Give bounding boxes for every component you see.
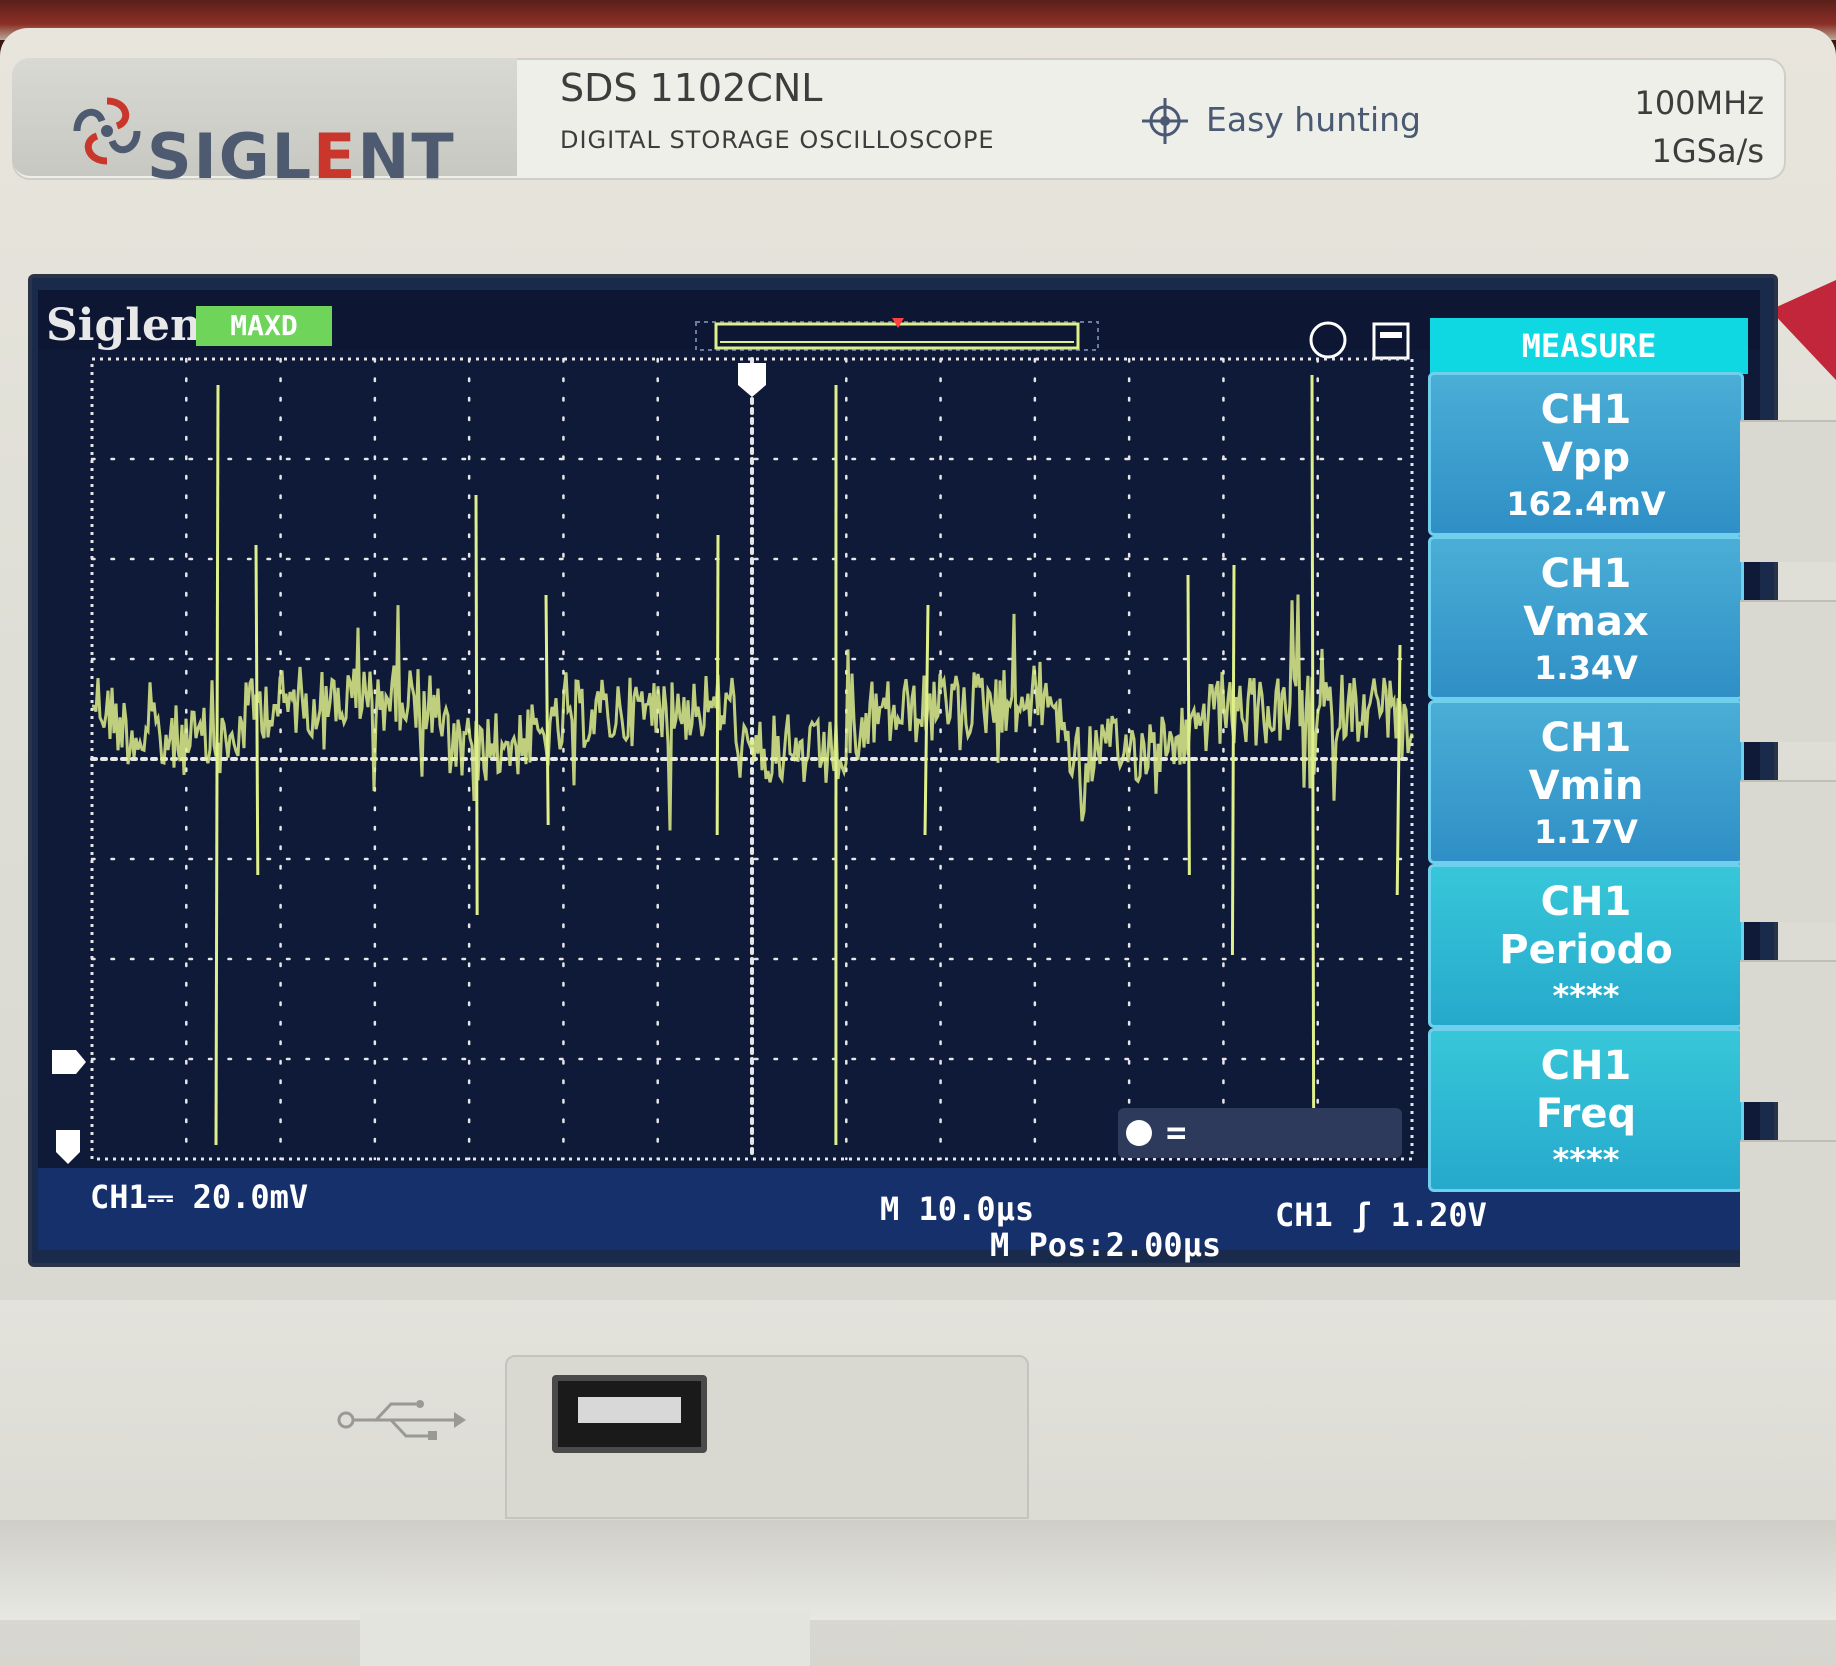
measure-vmin-button[interactable]: CH1 Vmin 1.17V xyxy=(1428,700,1744,864)
trace-spike xyxy=(715,534,720,836)
trace-spike xyxy=(214,384,220,1146)
measure-freq-button[interactable]: CH1 Freq **** xyxy=(1428,1028,1744,1192)
graticule xyxy=(90,357,1414,1161)
measure-vpp-button[interactable]: CH1 Vpp 162.4mV xyxy=(1428,372,1744,536)
waveform-overview xyxy=(695,318,1099,351)
counter-icon xyxy=(1126,1120,1152,1146)
usb-status-icon xyxy=(1372,322,1410,360)
bottom-strip xyxy=(0,1520,1836,1620)
measure-vmax-button[interactable]: CH1 Vmax 1.34V xyxy=(1428,536,1744,700)
acquisition-status: MAXD xyxy=(196,306,332,346)
frequency-counter: = 27.6369KHz xyxy=(1118,1108,1402,1203)
channel-scale: CH1⎓ 20.0mV xyxy=(90,1178,309,1216)
channel-markers xyxy=(52,1050,86,1164)
model-number: SDS 1102CNL xyxy=(560,66,823,110)
horizontal-position: M Pos:2.00μs xyxy=(990,1226,1222,1264)
stand xyxy=(360,1610,810,1666)
timebase: M 10.0μs xyxy=(880,1190,1035,1228)
trigger-level-marker-icon xyxy=(56,1130,80,1164)
feature-label: Easy hunting xyxy=(1206,100,1421,139)
softkey-3[interactable] xyxy=(1740,780,1836,922)
trace-spike xyxy=(544,594,550,826)
usb-icon xyxy=(337,1400,466,1440)
measure-period-button[interactable]: CH1 Periodo **** xyxy=(1428,864,1744,1028)
bandwidth-spec: 100MHz xyxy=(1634,84,1764,122)
device-subtitle: DIGITAL STORAGE OSCILLOSCOPE xyxy=(560,126,995,154)
crosshair-icon xyxy=(1142,98,1188,144)
brand-name: SIGLENT xyxy=(147,120,456,193)
siglent-logo-icon xyxy=(73,97,141,165)
trigger-setting: CH1 ʃ 1.20V xyxy=(1275,1196,1487,1234)
trigger-status-icon xyxy=(1309,321,1347,359)
softkey-4[interactable] xyxy=(1740,960,1836,1102)
usb-port[interactable] xyxy=(552,1375,707,1453)
trace-spike xyxy=(1310,374,1316,1146)
waveform-display xyxy=(88,355,1416,1163)
trace-spike xyxy=(1395,644,1402,896)
sample-rate-spec: 1GSa/s xyxy=(1651,132,1764,170)
trace-spike xyxy=(1186,574,1191,876)
trace-spike xyxy=(254,544,260,876)
trace-spike xyxy=(923,604,930,836)
measure-menu-title: MEASURE xyxy=(1430,318,1748,374)
softkey-5[interactable] xyxy=(1740,1140,1836,1282)
trigger-position-icon xyxy=(738,363,766,397)
red-marker-icon xyxy=(1770,280,1836,380)
softkey-1[interactable] xyxy=(1740,420,1836,562)
brand-panel: SIGLENT xyxy=(12,58,517,193)
trace-spike xyxy=(1230,564,1236,956)
softkey-2[interactable] xyxy=(1740,600,1836,742)
channel-marker-icon xyxy=(52,1050,86,1074)
trace-spike xyxy=(474,494,479,916)
